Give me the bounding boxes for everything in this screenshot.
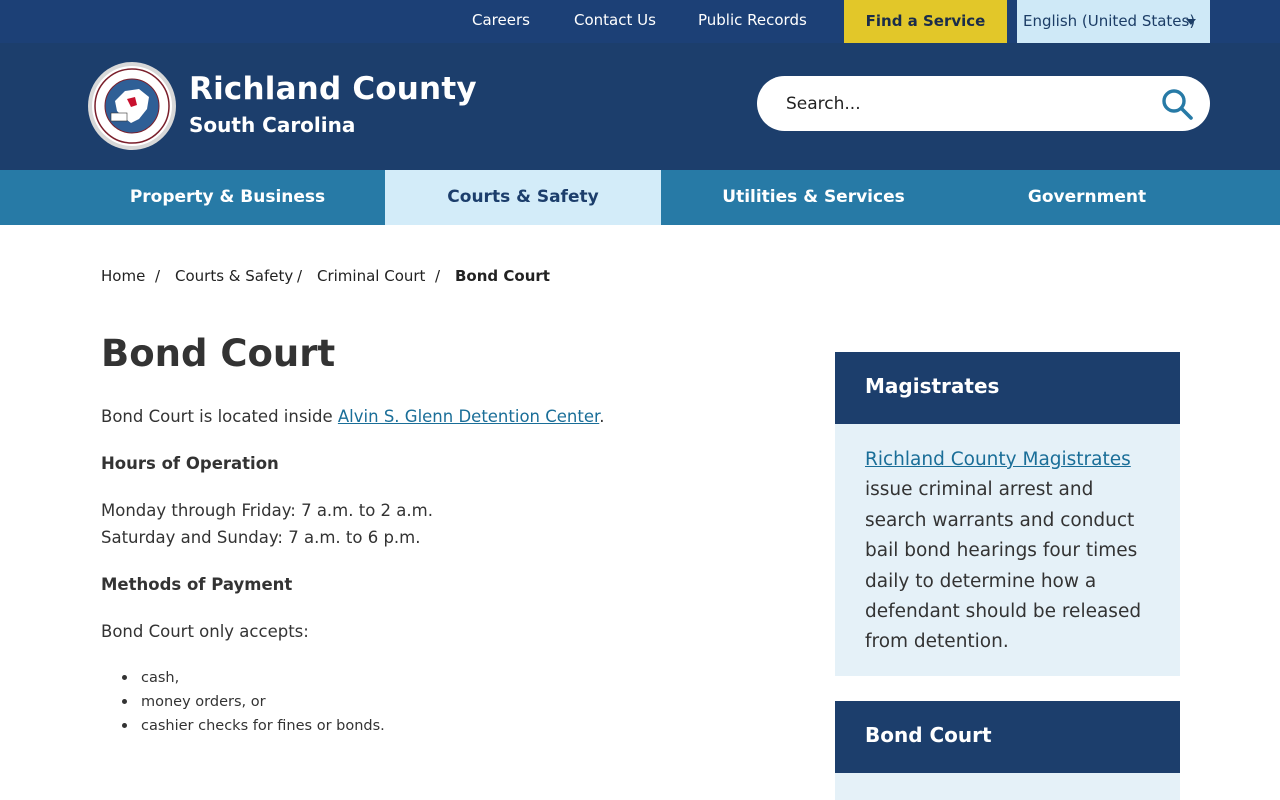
breadcrumb-current: Bond Court [455,267,550,285]
site-title[interactable]: Richland County [189,71,477,107]
bond-court-card-body [835,773,1180,800]
breadcrumb-separator: / [155,267,161,285]
public-records-link[interactable]: Public Records [698,0,807,43]
richland-county-magistrates-link[interactable]: Richland County Magistrates [865,449,1131,470]
list-item: cashier checks for fines or bonds. [122,716,385,740]
contact-us-link[interactable]: Contact Us [574,0,656,43]
main-nav: Property & Business Courts & Safety Util… [0,170,1280,225]
nav-property-business[interactable]: Property & Business [70,170,385,225]
breadcrumb-courts-safety[interactable]: Courts & Safety [175,267,293,285]
chevron-down-icon [1186,19,1196,25]
breadcrumb-separator: / [435,267,441,285]
list-item: money orders, or [122,692,385,716]
payment-methods-list: cash, money orders, or cashier checks fo… [122,668,385,740]
nav-courts-safety[interactable]: Courts & Safety [385,170,661,225]
hours-weekday: Monday through Friday: 7 a.m. to 2 a.m. [101,501,433,520]
intro-suffix: . [599,407,605,426]
careers-link[interactable]: Careers [472,0,530,43]
utility-bar: Careers Contact Us Public Records Find a… [0,0,1280,43]
nav-utilities-services[interactable]: Utilities & Services [661,170,966,225]
language-select[interactable]: English (United States) [1017,0,1210,43]
hours-heading: Hours of Operation [101,454,279,473]
intro-text: Bond Court is located inside [101,407,338,426]
search-box [757,76,1210,131]
hours-weekend: Saturday and Sunday: 7 a.m. to 6 p.m. [101,528,421,547]
detention-center-link[interactable]: Alvin S. Glenn Detention Center [338,407,599,426]
language-label: English (United States) [1023,12,1196,30]
county-seal-logo[interactable] [87,61,177,151]
list-item: cash, [122,668,385,692]
magistrates-card-heading: Magistrates [835,352,1180,424]
payment-intro: Bond Court only accepts: [101,622,309,641]
search-input[interactable] [786,76,1156,131]
breadcrumb-home[interactable]: Home [101,267,145,285]
search-icon [1162,89,1193,120]
payment-heading: Methods of Payment [101,575,293,594]
find-a-service-button[interactable]: Find a Service [844,0,1007,43]
breadcrumb-criminal-court[interactable]: Criminal Court [317,267,425,285]
breadcrumb-separator: / [297,267,303,285]
magistrates-description: issue criminal arrest and search warrant… [865,479,1142,653]
nav-government[interactable]: Government [966,170,1208,225]
page-title: Bond Court [101,332,336,375]
magistrates-card-text: Richland County Magistrates issue crimin… [865,445,1160,658]
search-button[interactable] [1159,86,1195,122]
bond-court-card-heading: Bond Court [835,701,1180,773]
intro-paragraph: Bond Court is located inside Alvin S. Gl… [101,407,605,426]
site-subtitle: South Carolina [189,113,356,137]
site-header: Richland County South Carolina [0,43,1280,170]
